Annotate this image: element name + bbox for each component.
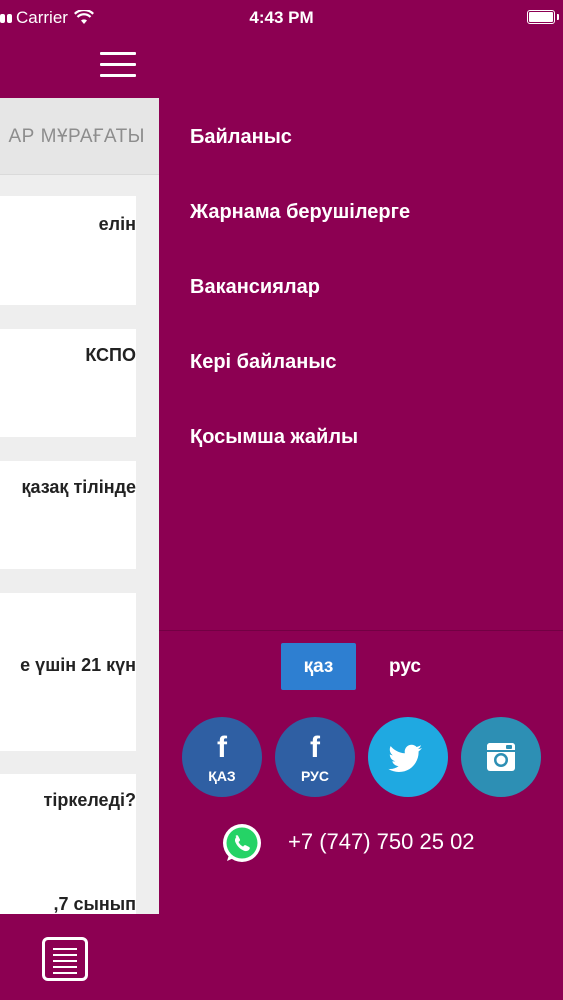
battery-icon	[527, 10, 559, 24]
panel-header-title: АР МҰРАҒАТЫ	[8, 126, 145, 147]
menu-item-vacancies[interactable]: Вакансиялар	[190, 276, 320, 299]
news-card[interactable]: е үшін 21 күн	[0, 593, 136, 751]
news-card-title: елін	[98, 214, 136, 234]
news-card-title: е үшін 21 күн	[20, 655, 136, 675]
news-card[interactable]: ,7 сынып	[0, 878, 136, 914]
news-card[interactable]: қазақ тілінде	[0, 461, 136, 569]
hamburger-menu-button[interactable]	[100, 52, 136, 78]
facebook-rus-label: РУС	[301, 768, 329, 784]
panel-header: АР МҰРАҒАТЫ	[0, 98, 159, 175]
menu-divider	[159, 630, 563, 631]
list-icon	[53, 948, 77, 950]
menu-item-about-app[interactable]: Қосымша жайлы	[190, 426, 358, 449]
instagram-button[interactable]	[461, 717, 541, 797]
facebook-icon: f	[310, 731, 320, 764]
menu-item-feedback[interactable]: Кері байланыс	[190, 351, 337, 374]
news-card[interactable]: елін	[0, 196, 136, 305]
language-rus-button[interactable]: рус	[370, 643, 440, 690]
facebook-rus-button[interactable]: f РУС	[275, 717, 355, 797]
facebook-kaz-label: ҚАЗ	[208, 768, 236, 784]
news-list-button[interactable]	[42, 937, 88, 981]
news-card-title: ,7 сынып	[53, 894, 136, 914]
menu-item-contact[interactable]: Байланыс	[190, 126, 292, 149]
language-kaz-button[interactable]: қаз	[281, 643, 356, 690]
phone-number[interactable]: +7 (747) 750 25 02	[288, 829, 475, 855]
news-card-title: қазақ тілінде	[21, 477, 136, 497]
status-bar: Carrier 4:43 PM	[0, 0, 563, 38]
content-panel[interactable]: АР МҰРАҒАТЫ елін КСПО қазақ тілінде е үш…	[0, 98, 159, 914]
facebook-icon: f	[217, 731, 227, 764]
whatsapp-icon[interactable]	[219, 821, 265, 867]
facebook-kaz-button[interactable]: f ҚАЗ	[182, 717, 262, 797]
news-card[interactable]: КСПО	[0, 329, 136, 437]
news-card[interactable]: тіркеледі?	[0, 774, 136, 882]
twitter-button[interactable]	[368, 717, 448, 797]
news-card-title: КСПО	[85, 345, 136, 365]
status-time: 4:43 PM	[249, 8, 314, 27]
instagram-icon	[487, 743, 515, 771]
news-card-title: тіркеледі?	[43, 790, 136, 810]
menu-item-advertisers[interactable]: Жарнама берушілерге	[190, 201, 410, 224]
twitter-icon	[388, 744, 422, 772]
